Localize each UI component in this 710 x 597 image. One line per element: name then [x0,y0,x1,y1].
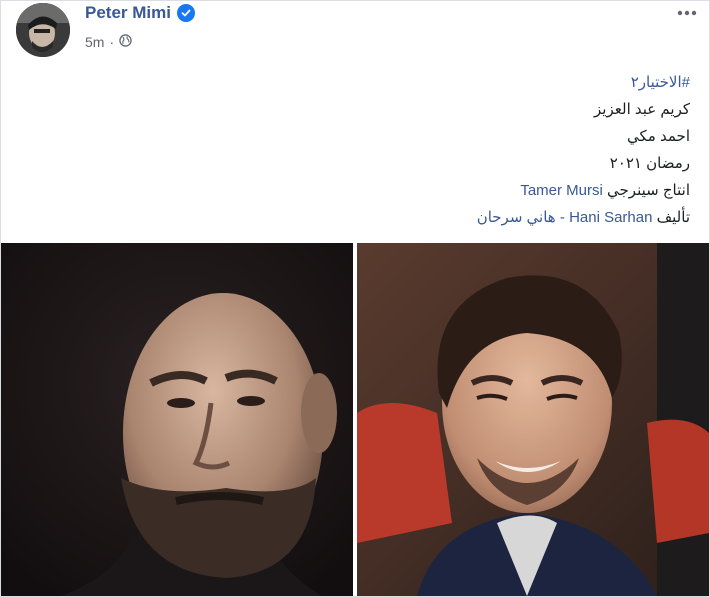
post-meta: 5m · [85,34,132,50]
globe-icon[interactable] [119,34,132,50]
production-label: انتاج سينرجي [607,182,690,199]
text-line-3: احمد مكي [627,128,690,145]
facebook-post: Peter Mimi 5m · #الاختيار٢ كريم عبد العز… [0,0,710,597]
author-avatar[interactable] [16,3,70,57]
writer-name-link[interactable]: Hani Sarhan [569,209,652,226]
verified-badge-icon [176,4,195,22]
text-line-4: رمضان ٢٠٢١ [609,155,690,172]
producer-name-link[interactable]: Tamer Mursi [520,182,603,199]
photo-right[interactable] [357,243,709,596]
meta-separator: · [109,34,115,50]
photo-grid [1,243,709,596]
post-header: Peter Mimi 5m · [1,1,709,65]
writer-label: تأليف [656,209,690,226]
writer-name-arabic: - هاني سرحان [476,209,565,226]
author-name-row: Peter Mimi [85,3,195,23]
text-line-6: تأليف Hani Sarhan - هاني سرحان [477,204,690,231]
text-line-2: كريم عبد العزيز [594,101,690,118]
post-text: #الاختيار٢ كريم عبد العزيز احمد مكي رمضا… [477,69,690,231]
photo-left[interactable] [1,243,353,596]
hashtag-link[interactable]: #الاختيار٢ [631,74,690,91]
portrait-smiling-man [357,243,709,596]
portrait-bald-bearded-man [1,243,353,596]
text-line-1: #الاختيار٢ [477,69,690,96]
author-name[interactable]: Peter Mimi [85,3,171,23]
post-timestamp[interactable]: 5m [85,34,104,50]
more-options-icon[interactable] [675,3,699,23]
text-line-5: انتاج سينرجي Tamer Mursi [477,177,690,204]
